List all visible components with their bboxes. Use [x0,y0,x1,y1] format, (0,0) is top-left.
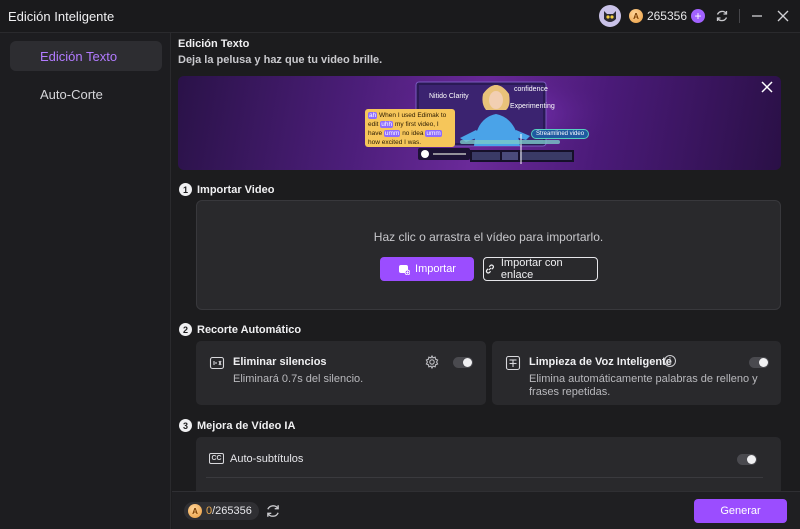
avatar[interactable] [598,5,621,27]
import-button[interactable]: Importar [380,257,474,281]
sidebar-item-label: Auto-Corte [40,86,103,102]
section-title: Importar Video [197,183,275,196]
card-title: Limpieza de Voz Inteligente [529,356,672,368]
section-title: Recorte Automático [197,323,302,336]
title-bar-divider [739,9,740,23]
credit-cost-total: /265356 [212,505,252,517]
ai-enhance-section-header: 3 Mejora de Vídeo IA [179,419,295,432]
page-title: Edición Texto [178,38,250,50]
transcript-text: to [440,112,447,119]
auto-subtitles-label: Auto-subtítulos [230,453,304,465]
sidebar: Edición Texto Auto-Corte [0,33,171,529]
banner-label-experimenting: Experimenting [510,103,555,110]
minimize-icon[interactable] [748,7,766,25]
video-dropzone[interactable]: Haz clic o arrastra el vídeo para import… [196,200,781,310]
auto-cut-section-header: 2 Recorte Automático [179,323,301,336]
toggle-knob [747,455,756,464]
card-title: Eliminar silencios [233,356,327,368]
close-window-icon[interactable] [774,7,792,25]
remove-silence-toggle[interactable] [453,357,473,368]
banner-badge-streamlined: Streamlined video [531,129,590,139]
link-icon [485,264,494,274]
banner-label-clarity: Nitido Clarity [429,93,469,100]
generate-button[interactable]: Generar [694,499,787,523]
step-number: 1 [179,183,192,196]
step-number: 2 [179,323,192,336]
title-bar-actions: A 265356 + [598,5,792,27]
transcript-text: have [368,130,383,137]
auto-subtitles-toggle[interactable] [737,454,757,465]
banner-illustration [378,76,618,170]
transcript-text: edit [368,121,379,128]
credits-balance: 265356 [646,9,687,23]
banner-close-icon[interactable] [761,81,775,95]
step-number: 3 [179,419,192,432]
import-button-label: Importar [415,263,456,275]
import-video-icon [399,265,411,275]
ai-enhance-panel: CC Auto-subtítulos [196,437,781,491]
filler-word-tag: umm [383,130,401,137]
info-icon[interactable]: i [664,355,676,367]
voice-cleanup-toggle[interactable] [749,357,769,368]
transcript-text: my first video, [394,121,436,128]
credit-cost-pill: A 0/265356 [184,502,259,520]
remove-silence-card: Eliminar silencios Eliminará 0.7s del si… [196,341,486,405]
silence-cut-icon [209,355,225,371]
coin-icon: A [188,504,202,518]
import-section-header: 1 Importar Video [179,183,274,196]
filler-word-tag: ah [368,112,378,119]
import-link-label: Importar con enlace [500,257,563,281]
page-subtitle: Deja la pelusa y haz que tu video brille… [178,54,383,66]
refresh-credits-icon[interactable] [265,503,281,519]
card-description: Eliminará 0.7s del silencio. [233,373,364,385]
add-credits-button[interactable]: + [691,9,705,23]
transcript-text: no idea [402,130,424,137]
row-divider [206,477,763,478]
app-title: Edición Inteligente [8,9,115,24]
sidebar-item-edicion-texto[interactable]: Edición Texto [10,41,162,71]
filler-word-tag: umm [425,130,442,137]
main-content: Edición Texto Deja la pelusa y haz que t… [172,33,800,491]
dropzone-prompt: Haz clic o arrastra el vídeo para import… [373,230,604,244]
promo-banner: Nitido Clarity confidence Experimenting … [178,76,781,170]
transcript-text: When I used Edimak [379,112,440,119]
closed-captions-icon: CC [209,453,224,464]
sidebar-item-auto-corte[interactable]: Auto-Corte [10,79,162,109]
refresh-icon[interactable] [713,7,731,25]
card-description-line: frases repetidas. [529,386,611,398]
toggle-knob [759,358,768,367]
banner-transcript-card: ah When I used Edimak to edit uhh my fir… [365,109,455,147]
transcript-text: how excited I was. [368,139,422,146]
coin-icon: A [628,9,643,23]
card-description: Elimina automáticamente palabras de rell… [529,373,758,399]
toggle-knob [463,358,472,367]
transcript-text: I [436,121,439,128]
title-bar: Edición Inteligente A 265356 + [0,0,800,33]
bottom-bar: A 0/265356 Generar [172,491,800,529]
sidebar-item-label: Edición Texto [40,48,118,64]
banner-label-confidence: confidence [514,86,548,93]
voice-cleanup-card: Limpieza de Voz Inteligente i Elimina au… [492,341,781,405]
cat-avatar-icon [603,11,616,22]
import-link-button[interactable]: Importar con enlace [483,257,598,281]
card-description-line: Elimina automáticamente palabras de rell… [529,373,758,385]
voice-cleanup-icon [505,355,521,371]
section-title: Mejora de Vídeo IA [197,419,296,432]
settings-gear-icon[interactable] [425,354,439,370]
filler-word-tag: uhh [380,121,394,128]
